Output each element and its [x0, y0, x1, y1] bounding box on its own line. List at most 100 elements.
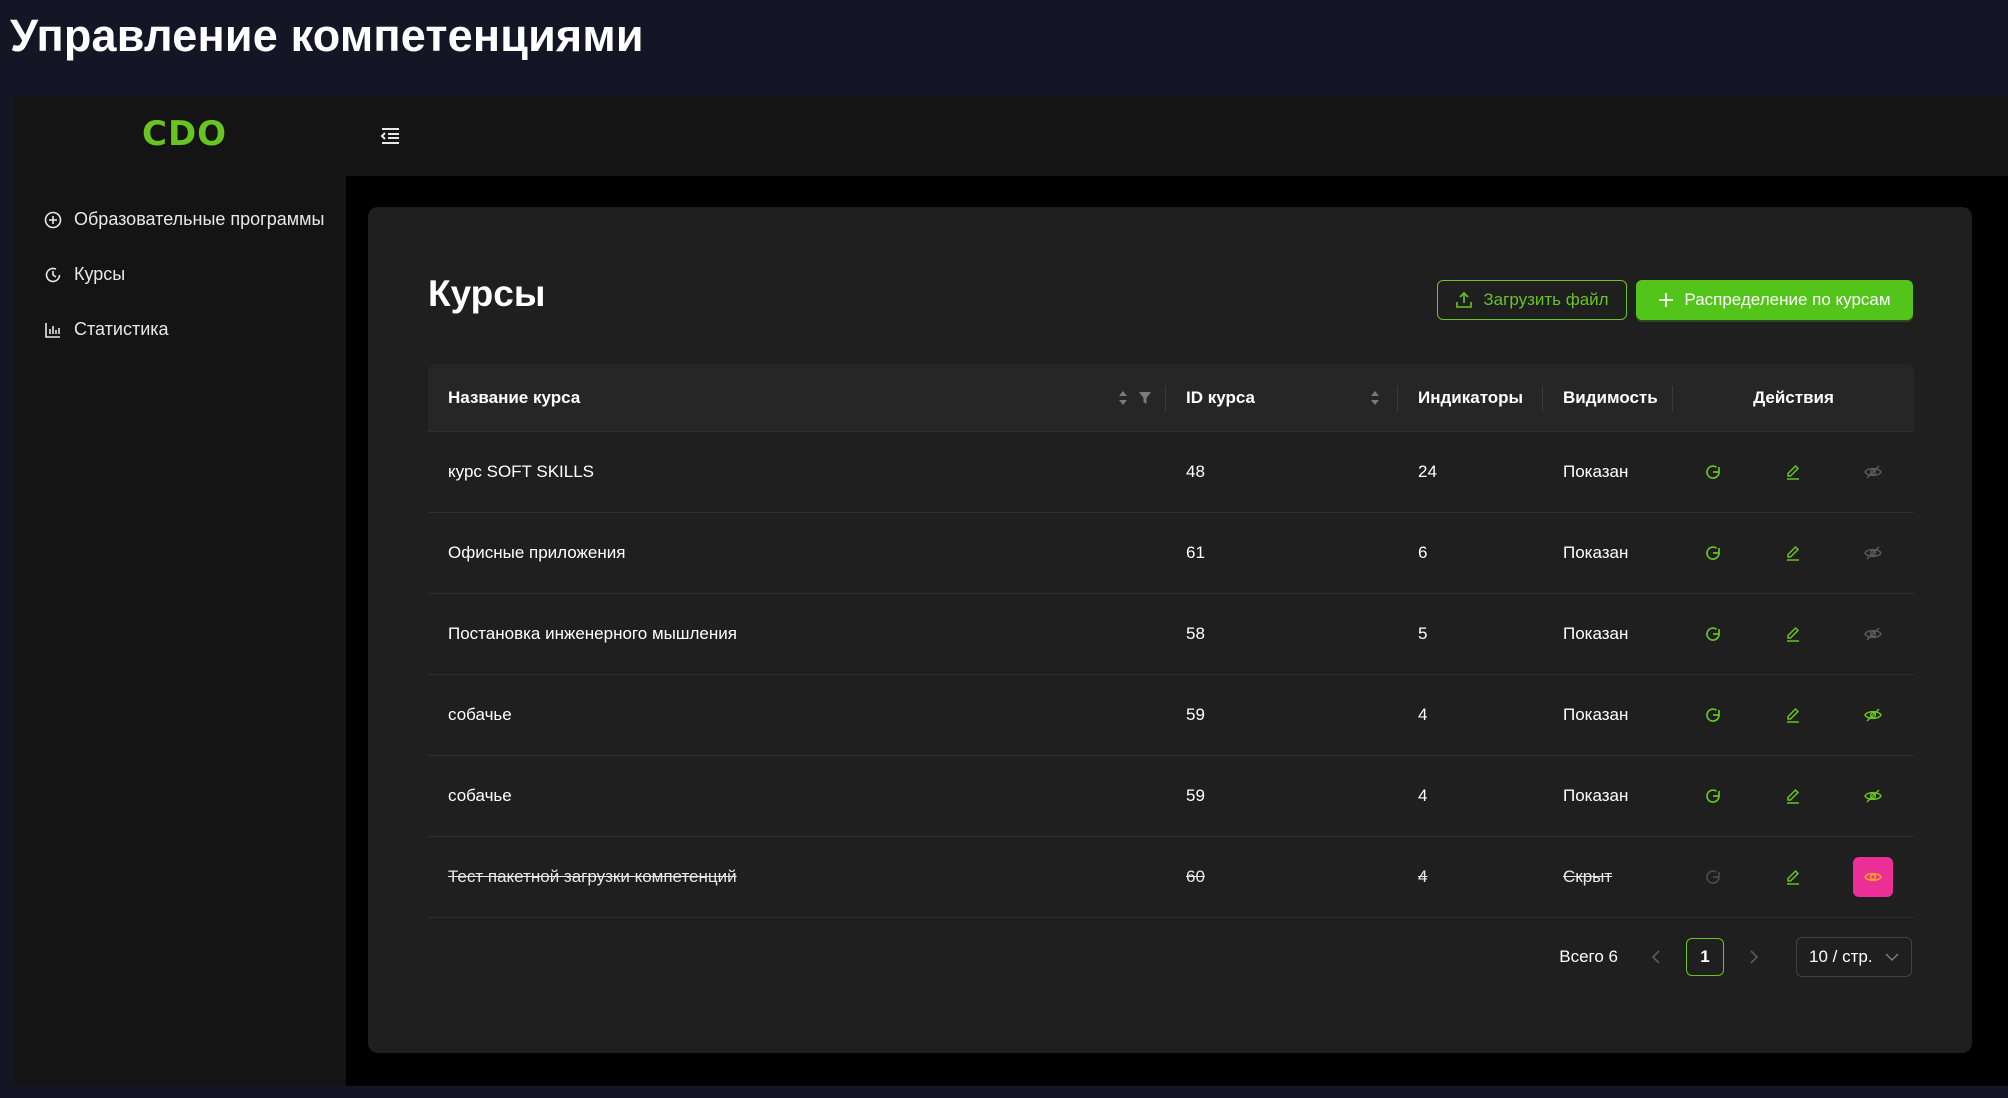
page-title: Курсы [428, 273, 546, 314]
courses-card: Курсы Загрузить файл Распределение по ку… [368, 207, 1972, 1053]
refresh-button[interactable] [1673, 452, 1753, 492]
actions-cell [1673, 857, 1914, 897]
sidebar: Образовательные программы Курсы Статисти… [14, 176, 346, 1086]
edit-icon [1787, 707, 1800, 723]
indicators-cell: 24 [1418, 462, 1437, 481]
column-visibility-label: Видимость [1563, 387, 1658, 407]
clock-icon [45, 267, 61, 282]
indicators-cell: 4 [1418, 705, 1428, 724]
actions-cell [1673, 452, 1914, 492]
refresh-icon [1706, 708, 1720, 722]
plus-circle-icon [44, 211, 62, 228]
refresh-icon [1706, 627, 1720, 641]
eye-invisible-icon [1864, 465, 1882, 479]
edit-icon [1787, 545, 1800, 561]
actions-cell [1673, 776, 1914, 816]
indicators-cell: 6 [1418, 543, 1428, 562]
indicators-cell: 4 [1418, 786, 1428, 805]
refresh-icon [1706, 465, 1720, 479]
edit-button[interactable] [1753, 452, 1833, 492]
course-name-cell: Тест пакетной загрузки компетенций [448, 867, 737, 886]
actions-cell [1673, 533, 1914, 573]
prev-page-button[interactable] [1640, 941, 1672, 973]
menu-fold-icon [380, 128, 399, 144]
course-id-cell: 58 [1186, 624, 1205, 643]
sort-icon[interactable] [1118, 390, 1128, 406]
eye-invisible-icon [1864, 789, 1882, 803]
course-name-cell: Постановка инженерного мышления [448, 624, 737, 643]
eye-invisible-icon [1864, 708, 1882, 722]
refresh-button[interactable] [1673, 776, 1753, 816]
refresh-icon [1706, 870, 1720, 884]
actions-cell [1673, 614, 1914, 654]
edit-icon [1787, 869, 1800, 885]
course-id-cell: 59 [1186, 705, 1205, 724]
eye-invisible-icon [1864, 627, 1882, 641]
course-name-cell: курс SOFT SKILLS [448, 462, 595, 481]
page-size-select[interactable]: 10 / стр. [1796, 937, 1912, 977]
table-row: Тест пакетной загрузки компетенций 60 4 … [428, 837, 1914, 918]
upload-icon [1456, 291, 1473, 308]
page-size-value: 10 / стр. [1809, 947, 1873, 966]
menu-fold-button[interactable] [374, 120, 406, 152]
page-number-button[interactable]: 1 [1686, 938, 1724, 976]
hide-button[interactable] [1833, 452, 1913, 492]
column-header-actions: Действия [1673, 364, 1914, 431]
visibility-cell: Показан [1563, 462, 1629, 481]
column-id-label: ID курса [1186, 387, 1255, 407]
hide-button[interactable] [1833, 614, 1913, 654]
course-name-cell: собачье [448, 705, 512, 724]
visibility-cell: Показан [1563, 705, 1629, 724]
sidebar-item-label: Образовательные программы [74, 209, 325, 229]
refresh-button[interactable] [1673, 614, 1753, 654]
edit-button[interactable] [1753, 614, 1833, 654]
table-row: собачье 59 4 Показан [428, 756, 1914, 837]
table-header: Название курса ID курса Индикаторы Видим… [428, 364, 1914, 432]
sort-icon[interactable] [1370, 390, 1380, 406]
sidebar-item-programs[interactable]: Образовательные программы [14, 192, 346, 247]
sidebar-item-statistics[interactable]: Статистика [14, 302, 346, 357]
column-actions-label: Действия [1753, 387, 1834, 407]
chevron-right-icon [1750, 950, 1759, 964]
course-id-cell: 61 [1186, 543, 1205, 562]
hide-button[interactable] [1833, 533, 1913, 573]
edit-button[interactable] [1753, 857, 1833, 897]
edit-button[interactable] [1753, 695, 1833, 735]
sidebar-item-courses[interactable]: Курсы [14, 247, 346, 302]
next-page-button[interactable] [1738, 941, 1770, 973]
table-body: курс SOFT SKILLS 48 24 Показан Офисные п… [428, 432, 1914, 918]
actions-cell [1673, 695, 1914, 735]
course-id-cell: 59 [1186, 786, 1205, 805]
filter-icon[interactable] [1138, 391, 1152, 405]
column-header-id[interactable]: ID курса [1166, 364, 1398, 431]
show-button[interactable] [1853, 857, 1893, 897]
edit-icon [1787, 464, 1800, 480]
eye-invisible-icon [1864, 546, 1882, 560]
visibility-cell: Показан [1563, 624, 1629, 643]
column-name-label: Название курса [448, 387, 581, 407]
app-window: CDO Образовательные программы Курсы Стат… [14, 96, 2008, 1086]
table-row: Офисные приложения 61 6 Показан [428, 513, 1914, 594]
distribute-courses-button[interactable]: Распределение по курсам [1636, 280, 1913, 320]
chevron-down-icon [1885, 953, 1899, 962]
refresh-button[interactable] [1673, 533, 1753, 573]
course-name-cell: Офисные приложения [448, 543, 626, 562]
chevron-left-icon [1651, 950, 1660, 964]
distribute-courses-label: Распределение по курсам [1684, 290, 1891, 309]
refresh-button[interactable] [1673, 857, 1753, 897]
hide-button[interactable] [1833, 695, 1913, 735]
table-row: курс SOFT SKILLS 48 24 Показан [428, 432, 1914, 513]
upload-file-button[interactable]: Загрузить файл [1437, 280, 1627, 320]
edit-button[interactable] [1753, 533, 1833, 573]
column-header-visibility: Видимость [1543, 364, 1673, 431]
indicators-cell: 4 [1418, 867, 1428, 886]
logo[interactable]: CDO [142, 114, 227, 154]
sidebar-item-label: Курсы [74, 264, 126, 284]
edit-button[interactable] [1753, 776, 1833, 816]
edit-icon [1787, 788, 1800, 804]
hide-button[interactable] [1833, 776, 1913, 816]
column-header-name[interactable]: Название курса [428, 364, 1166, 431]
refresh-icon [1706, 546, 1720, 560]
pagination: Всего 6 1 10 / стр. [1559, 937, 1912, 977]
refresh-button[interactable] [1673, 695, 1753, 735]
